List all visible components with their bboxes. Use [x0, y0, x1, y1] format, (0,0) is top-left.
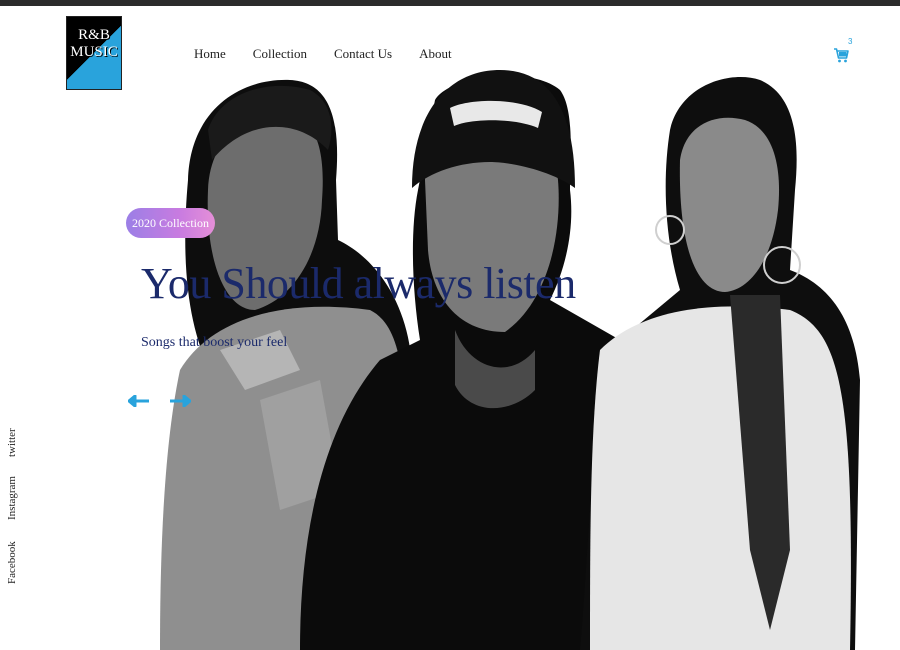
logo-line-2: MUSIC: [70, 44, 118, 60]
hero-person-right: [580, 77, 860, 650]
logo-line-1: R&B: [78, 27, 110, 43]
hero-image: [160, 70, 860, 650]
browser-top-strip: [0, 0, 900, 6]
nav-contact-us[interactable]: Contact Us: [334, 46, 392, 62]
social-instagram-link[interactable]: Instagram: [6, 476, 18, 520]
collection-badge[interactable]: 2020 Collection: [126, 208, 215, 238]
nav-home[interactable]: Home: [194, 46, 226, 62]
hero-subline: Songs that boost your feel: [141, 335, 288, 350]
brand-logo[interactable]: R&B MUSIC: [66, 16, 122, 90]
arrow-right-icon[interactable]: [169, 395, 191, 407]
nav-about[interactable]: About: [419, 46, 452, 62]
cart-icon[interactable]: [833, 46, 849, 64]
social-facebook-link[interactable]: Facebook: [6, 541, 18, 584]
main-nav: Home Collection Contact Us About: [194, 46, 452, 62]
social-twitter-link[interactable]: twitter: [6, 428, 18, 457]
arrow-left-icon[interactable]: [128, 395, 150, 407]
cart-count-badge: 3: [848, 37, 853, 46]
nav-collection[interactable]: Collection: [253, 46, 307, 62]
hero-headline: You Should always listen: [141, 259, 576, 308]
